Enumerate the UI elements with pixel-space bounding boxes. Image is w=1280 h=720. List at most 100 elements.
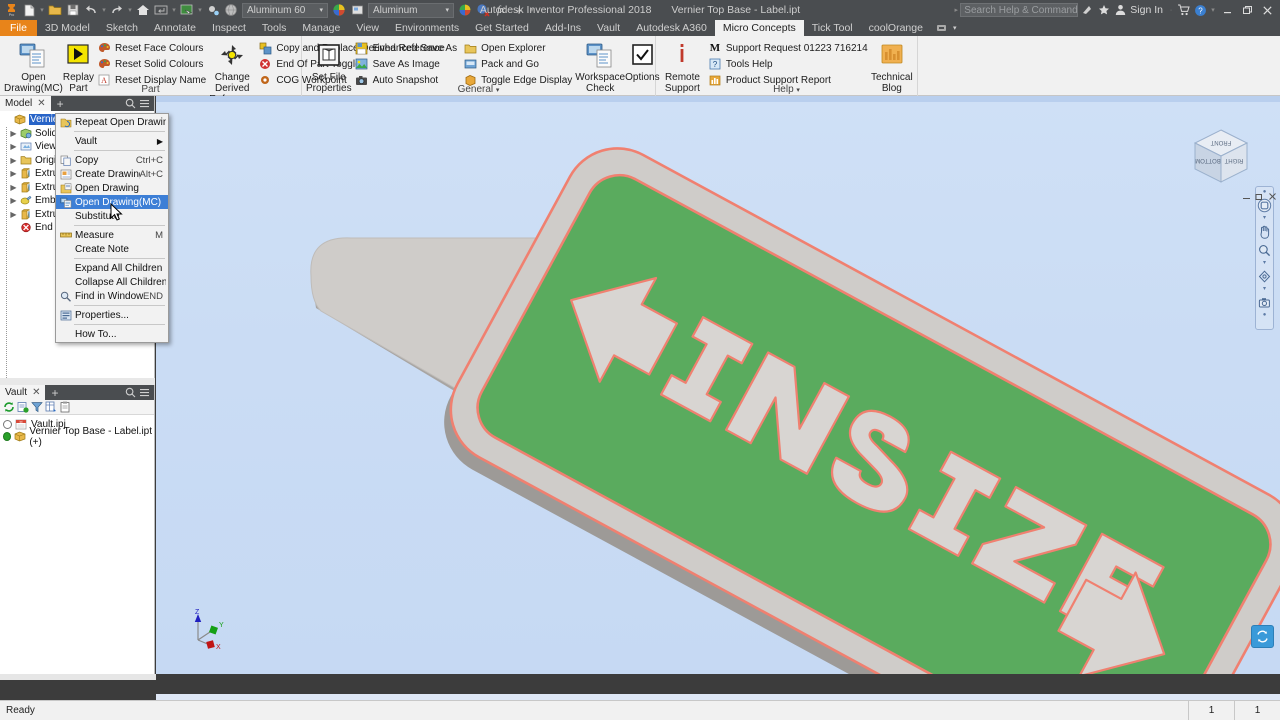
material-palette-icon[interactable] xyxy=(330,1,348,19)
hamburger-menu-icon[interactable] xyxy=(139,387,150,398)
fx-icon[interactable]: fx xyxy=(492,1,510,19)
panel-splitter[interactable] xyxy=(0,378,155,385)
appearance-palette-icon[interactable] xyxy=(456,1,474,19)
clipboard-icon[interactable] xyxy=(59,401,71,413)
navigation-bar[interactable]: ● ▾ ▾ ▾ ● xyxy=(1255,186,1274,330)
add-qat-icon[interactable]: + xyxy=(510,1,528,19)
menu-item-create-note[interactable]: Create Note xyxy=(56,242,168,256)
help-question-icon[interactable]: ? xyxy=(1192,0,1209,20)
doc-minimize-icon[interactable] xyxy=(1242,192,1251,201)
ribbon-tab-coolorange[interactable]: coolOrange xyxy=(861,20,931,36)
expand-chevron-icon[interactable]: ▶ xyxy=(8,169,19,178)
expand-chevron-icon[interactable]: ▶ xyxy=(8,142,19,151)
ribbon-tab-tools[interactable]: Tools xyxy=(254,20,295,36)
return-icon[interactable] xyxy=(152,1,170,19)
search-expand-caret-icon[interactable]: ▸ xyxy=(952,6,960,14)
appearance-sphere-icon[interactable] xyxy=(222,1,240,19)
vault-list[interactable]: ipj Vault.ipj Vernier Top Base - Label.ipt… xyxy=(0,415,154,675)
ribbon-item-reset-solid-colours[interactable]: Reset Solid Colours xyxy=(94,56,209,72)
vault-toolbar[interactable] xyxy=(0,400,154,415)
expand-chevron-icon[interactable]: ▶ xyxy=(8,196,19,205)
cart-icon[interactable] xyxy=(1175,0,1192,20)
dropdown-caret-icon[interactable]: ▾ xyxy=(126,6,134,14)
ribbon-tab-micro-concepts[interactable]: Micro Concepts xyxy=(714,20,804,36)
favorites-star-icon[interactable] xyxy=(1095,0,1112,20)
dropdown-caret-icon[interactable]: ▾ xyxy=(100,6,108,14)
ribbon-tab-tick-tool[interactable]: Tick Tool xyxy=(804,20,861,36)
dropdown-caret-icon[interactable]: ▾ xyxy=(170,6,178,14)
appearance-box-icon[interactable] xyxy=(348,1,366,19)
ribbon-item-tools-help[interactable]: ? Tools Help xyxy=(705,56,871,72)
ribbon-tab-3d-model[interactable]: 3D Model xyxy=(37,20,98,36)
chevron-down-icon[interactable]: ▾ xyxy=(496,87,500,94)
ribbon-tab-environments[interactable]: Environments xyxy=(387,20,467,36)
expand-chevron-icon[interactable]: ▶ xyxy=(8,129,19,138)
appearance-selector[interactable]: Aluminum ▾ xyxy=(368,2,454,18)
navbar-caret-icon[interactable]: ▾ xyxy=(1263,260,1266,266)
inventor-logo-icon[interactable]: Pro xyxy=(2,1,20,19)
menu-item-repeat-open-drawing[interactable]: Repeat Open Drawing xyxy=(56,115,168,129)
chevron-down-icon[interactable]: ▾ xyxy=(445,6,449,14)
clear-appearance-icon[interactable] xyxy=(474,1,492,19)
menu-item-find-in-window[interactable]: Find in Window END xyxy=(56,289,168,303)
select-icon[interactable] xyxy=(178,1,196,19)
properties-grid-icon[interactable] xyxy=(45,401,57,413)
navbar-caret-icon[interactable]: ▾ xyxy=(1263,215,1266,221)
open-folder-icon[interactable] xyxy=(46,1,64,19)
material-selector[interactable]: Aluminum 60 ▾ xyxy=(242,2,328,18)
menu-item-how-to[interactable]: How To... xyxy=(56,327,168,341)
ribbon-item-support-request[interactable]: M Support Request 01223 716214 xyxy=(705,40,871,56)
ribbon-tab-autodesk-a360[interactable]: Autodesk A360 xyxy=(628,20,715,36)
ribbon-item-enhanced-save-as[interactable]: Enhanced Save As xyxy=(352,40,461,56)
vault-list-item[interactable]: Vernier Top Base - Label.ipt (+) xyxy=(0,426,154,448)
look-camera-icon[interactable] xyxy=(1256,294,1273,311)
menu-item-measure[interactable]: Measure M xyxy=(56,228,168,242)
check-in-icon[interactable] xyxy=(17,401,29,413)
menu-item-expand-all-children[interactable]: Expand All Children xyxy=(56,261,168,275)
expand-chevron-icon[interactable]: ▶ xyxy=(8,183,19,192)
zoom-magnifier-icon[interactable] xyxy=(1256,242,1273,259)
expand-chevron-icon[interactable]: ▶ xyxy=(8,210,19,219)
account-person-icon[interactable] xyxy=(1112,0,1129,20)
chevron-down-icon[interactable]: ▾ xyxy=(796,87,800,94)
orbit-icon[interactable] xyxy=(1256,268,1273,285)
search-icon[interactable] xyxy=(125,387,136,398)
doc-close-icon[interactable] xyxy=(1268,192,1277,201)
sign-in-label[interactable]: Sign In xyxy=(1129,4,1167,16)
hamburger-menu-icon[interactable] xyxy=(139,98,150,109)
ribbon-tab-manage[interactable]: Manage xyxy=(294,20,348,36)
filter-icon[interactable] xyxy=(31,401,43,413)
home-icon[interactable] xyxy=(134,1,152,19)
ribbon-item-reset-face-colours[interactable]: Reset Face Colours xyxy=(94,40,209,56)
document-window-controls[interactable] xyxy=(1242,192,1277,201)
ribbon-tab-vault[interactable]: Vault xyxy=(589,20,628,36)
ribbon-button-options[interactable]: Options xyxy=(625,38,660,83)
model-browser-tab[interactable]: Model ✕ xyxy=(0,96,51,111)
ribbon-tab-view[interactable]: View xyxy=(348,20,387,36)
help-caret-icon[interactable]: ▾ xyxy=(1209,6,1217,14)
menu-item-open-drawing[interactable]: Open Drawing xyxy=(56,181,168,195)
ribbon-tab-inspect[interactable]: Inspect xyxy=(204,20,254,36)
new-file-icon[interactable] xyxy=(20,1,38,19)
close-icon[interactable] xyxy=(1257,0,1277,20)
context-menu[interactable]: Repeat Open Drawing Vault ▶ Copy Ctrl+C Creat… xyxy=(55,113,169,343)
ribbon-tab-get-started[interactable]: Get Started xyxy=(467,20,537,36)
model-3d[interactable] xyxy=(156,96,1280,674)
cart-caret-icon[interactable]: · xyxy=(1167,7,1175,14)
share-icon[interactable] xyxy=(1078,0,1095,20)
close-icon[interactable]: ✕ xyxy=(37,96,45,111)
dropdown-caret-icon[interactable]: ▾ xyxy=(196,6,204,14)
ribbon-tab-file[interactable]: File xyxy=(0,20,37,36)
add-tab-icon[interactable]: + xyxy=(45,386,64,400)
minimize-icon[interactable] xyxy=(1217,0,1237,20)
save-icon[interactable] xyxy=(64,1,82,19)
qat-overflow-caret-icon[interactable]: ▾ xyxy=(528,6,536,14)
menu-item-create-drawing-view[interactable]: Create Drawing ViewAlt+C xyxy=(56,167,168,181)
menu-item-properties[interactable]: Properties... xyxy=(56,308,168,322)
viewport-top-scrollbar[interactable] xyxy=(156,96,1280,102)
ribbon-tab-sketch[interactable]: Sketch xyxy=(98,20,146,36)
ribbon-overflow-icon[interactable]: ▾ xyxy=(931,20,963,36)
ribbon-item-save-as-image[interactable]: Save As Image xyxy=(352,56,461,72)
ribbon-tab-add-ins[interactable]: Add-Ins xyxy=(537,20,589,36)
viewcube[interactable]: FRONT BOTTOM RIGHT xyxy=(1182,118,1260,194)
